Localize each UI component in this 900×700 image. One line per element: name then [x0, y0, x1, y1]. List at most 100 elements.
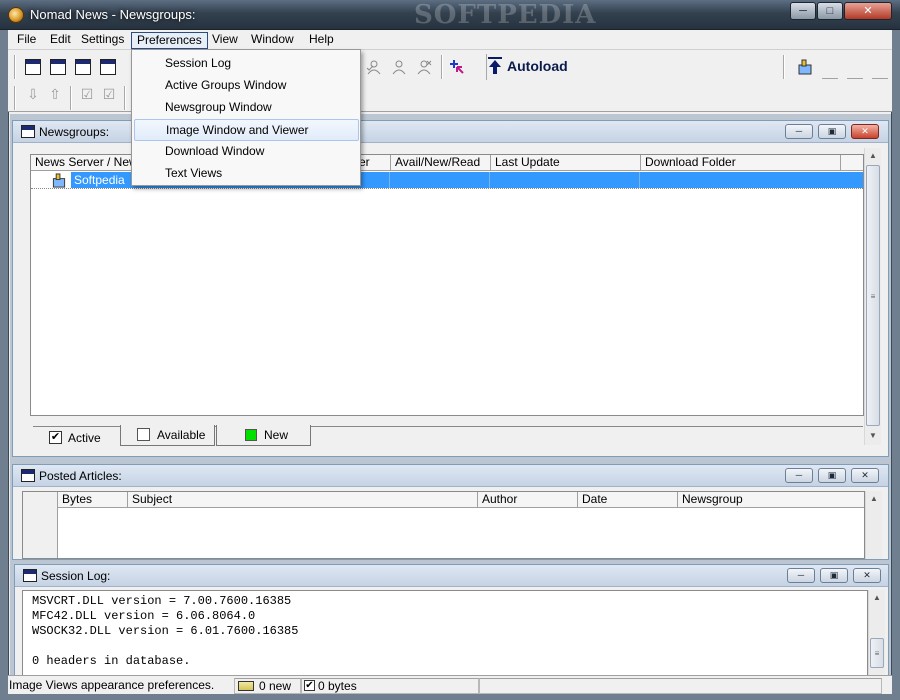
user-check-button[interactable] [363, 56, 385, 78]
toolbar-separator [70, 86, 72, 110]
column-header-author[interactable]: Author [478, 492, 578, 508]
posted-articles-header: Bytes Subject Author Date Newsgroup [58, 492, 864, 508]
status-message: Image Views appearance preferences. [9, 678, 215, 692]
log-line: MFC42.DLL version = 6.06.8064.0 [32, 609, 256, 623]
download-window-button[interactable] [97, 56, 119, 78]
log-line: WSOCK32.DLL version = 6.01.7600.16385 [32, 624, 299, 638]
session-restore-button[interactable]: ▣ [820, 568, 848, 583]
status-new-count: 0 new [259, 679, 292, 693]
session-close-button[interactable]: ✕ [853, 568, 881, 583]
menu-bar: File Edit Settings Preferences View Wind… [8, 30, 892, 50]
session-log-scrollbar[interactable]: ▲ ≡ [868, 590, 885, 676]
app-icon[interactable] [8, 7, 24, 23]
newsgroups-window-button[interactable] [22, 56, 44, 78]
minimize-button[interactable]: ─ [790, 2, 816, 20]
menu-item-session-log[interactable]: Session Log [134, 53, 359, 75]
watermark: SOFTPEDIA [414, 0, 597, 30]
menu-item-image-window-and-viewer[interactable]: Image Window and Viewer [134, 119, 359, 141]
session-log-window: Session Log: ─ ▣ ✕ MSVCRT.DLL version = … [14, 564, 889, 676]
menu-settings[interactable]: Settings [76, 32, 129, 49]
toolbar-separator [441, 55, 443, 79]
window-icon [23, 569, 37, 582]
user-remove-button[interactable] [413, 56, 435, 78]
cell-divider [489, 172, 490, 188]
checkbox-checked-icon[interactable]: ✔ [49, 431, 62, 444]
column-header-last-update[interactable]: Last Update [491, 155, 641, 171]
window-title: Nomad News - Newsgroups: [30, 7, 196, 22]
column-header-avail[interactable]: Avail/New/Read [391, 155, 491, 171]
status-new-pane: 0 new [234, 678, 301, 694]
session-log-title-bar[interactable]: Session Log: ─ ▣ ✕ [15, 565, 888, 587]
user-button[interactable] [388, 56, 410, 78]
dash-icon: __ [847, 63, 863, 79]
column-header-download-folder[interactable]: Download Folder [641, 155, 841, 171]
checkbox-unchecked-icon[interactable] [137, 428, 150, 441]
menu-help[interactable]: Help [304, 32, 339, 49]
posted-articles-scrollbar[interactable]: ▲ [865, 491, 882, 559]
newsgroups-list[interactable]: News Server / Newsgroup Filter Avail/New… [30, 154, 864, 416]
toolbar-separator [124, 86, 126, 110]
menu-item-download-window[interactable]: Download Window [134, 141, 359, 163]
tab-available[interactable]: Available [120, 425, 215, 446]
newsgroups-restore-button[interactable]: ▣ [818, 124, 846, 139]
session-minimize-button[interactable]: ─ [787, 568, 815, 583]
groups-window-button[interactable] [47, 56, 69, 78]
menu-window[interactable]: Window [246, 32, 299, 49]
dash-icon: __ [822, 63, 838, 79]
menu-file[interactable]: File [12, 32, 41, 49]
tab-new[interactable]: New [216, 425, 311, 446]
posted-restore-button[interactable]: ▣ [818, 468, 846, 483]
newsgroups-scrollbar[interactable]: ▲ ≡ ▼ [864, 148, 881, 445]
menu-view[interactable]: View [207, 32, 243, 49]
posted-articles-window: Posted Articles: ─ ▣ ✕ Bytes Subject Aut… [12, 464, 889, 560]
session-log-text[interactable]: MSVCRT.DLL version = 7.00.7600.16385 MFC… [22, 590, 868, 676]
download-window-icon [100, 59, 116, 75]
server-button[interactable] [794, 56, 816, 78]
posted-articles-title-bar[interactable]: Posted Articles: ─ ▣ ✕ [13, 465, 888, 487]
image-window-button[interactable] [72, 56, 94, 78]
newsgroup-name[interactable]: Softpedia [74, 173, 125, 187]
scroll-up-icon[interactable]: ▲ [869, 590, 885, 606]
posted-minimize-button[interactable]: ─ [785, 468, 813, 483]
add-cursor-icon [450, 60, 464, 74]
scroll-thumb[interactable]: ≡ [866, 165, 880, 426]
scroll-up-icon[interactable]: ▲ [865, 148, 881, 164]
column-header-filter[interactable]: Filter [361, 155, 391, 171]
autoload-label[interactable]: Autoload [507, 58, 568, 74]
column-header-bytes[interactable]: Bytes [58, 492, 128, 508]
server-icon [52, 173, 66, 188]
mark-checked-icon[interactable]: ☑ [98, 86, 120, 108]
maximize-button[interactable]: □ [817, 2, 843, 20]
menu-edit[interactable]: Edit [45, 32, 76, 49]
image-window-icon [75, 59, 91, 75]
scroll-up-icon[interactable]: ▲ [866, 491, 882, 507]
window-icon [21, 125, 35, 138]
newsgroups-caption: Newsgroups: [39, 125, 110, 139]
move-down-icon[interactable]: ⇩ [22, 86, 44, 108]
column-header-date[interactable]: Date [578, 492, 678, 508]
preferences-dropdown: Session Log Active Groups Window Newsgro… [131, 49, 361, 186]
menu-item-newsgroup-window[interactable]: Newsgroup Window [134, 97, 359, 119]
posted-articles-caption: Posted Articles: [39, 469, 122, 483]
posted-articles-list[interactable]: Bytes Subject Author Date Newsgroup [22, 491, 865, 559]
scroll-thumb[interactable]: ≡ [870, 638, 884, 668]
status-empty-pane [479, 678, 882, 694]
menu-item-active-groups-window[interactable]: Active Groups Window [134, 75, 359, 97]
newsgroups-minimize-button[interactable]: ─ [785, 124, 813, 139]
menu-item-text-views[interactable]: Text Views [134, 163, 359, 185]
scroll-down-icon[interactable]: ▼ [865, 428, 881, 444]
close-button[interactable]: ✕ [844, 2, 892, 20]
posted-close-button[interactable]: ✕ [851, 468, 879, 483]
menu-preferences[interactable]: Preferences [131, 32, 208, 49]
mark-down-icon[interactable]: ☑ [76, 86, 98, 108]
move-up-icon[interactable]: ⇧ [44, 86, 66, 108]
envelope-icon [238, 681, 254, 691]
add-target-button[interactable] [446, 56, 468, 78]
column-header-newsgroup[interactable]: Newsgroup [678, 492, 864, 508]
toolbar-separator [14, 86, 16, 110]
log-line: MSVCRT.DLL version = 7.00.7600.16385 [32, 594, 292, 608]
title-bar[interactable]: Nomad News - Newsgroups: SOFTPEDIA ─ □ ✕ [0, 0, 900, 30]
tab-active[interactable]: ✔ Active [35, 428, 121, 448]
newsgroups-close-button[interactable]: ✕ [851, 124, 879, 139]
column-header-subject[interactable]: Subject [128, 492, 478, 508]
